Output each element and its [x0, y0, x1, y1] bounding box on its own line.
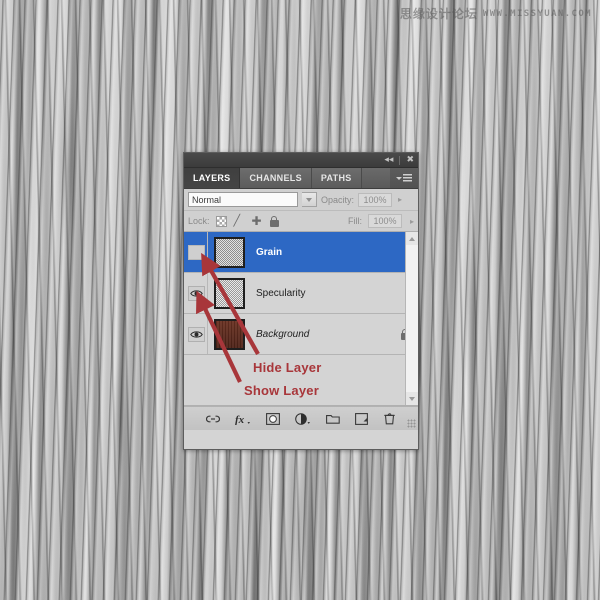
- layer-name-background: Background: [256, 328, 310, 340]
- panel-menu-icon: [396, 174, 412, 182]
- lock-icon-group: ╱ ✚: [215, 215, 279, 227]
- layer-name-specularity: Specularity: [256, 287, 306, 299]
- blend-mode-row: Normal Opacity: 100% ▸: [184, 189, 418, 211]
- eye-icon-off: [188, 244, 205, 260]
- panel-tabbar: LAYERS CHANNELS PATHS: [184, 168, 418, 189]
- layers-panel: ◂◂ ✖ LAYERS CHANNELS PATHS Normal Opacit…: [183, 152, 419, 450]
- blend-mode-field[interactable]: Normal: [188, 192, 298, 207]
- chevron-down-icon: [409, 396, 415, 401]
- screenshot-canvas: 思缘设计论坛 WWW.MISSYUAN.COM ◂◂ ✖ LAYERS CHAN…: [0, 0, 600, 600]
- layer-thumbnail-background: [213, 318, 245, 350]
- hide-layer-annotation-label: Hide Layer: [253, 360, 322, 375]
- opacity-input[interactable]: 100%: [358, 192, 393, 207]
- layer-list: Grain Specularity Background: [184, 232, 418, 406]
- panel-resize-grip[interactable]: [407, 419, 416, 428]
- table-row[interactable]: Grain: [184, 232, 418, 273]
- blend-mode-dropdown-button[interactable]: [302, 192, 317, 207]
- panel-menu-button[interactable]: [390, 168, 418, 188]
- panel-titlebar: ◂◂ ✖: [184, 153, 418, 168]
- fill-input[interactable]: 100%: [367, 214, 402, 228]
- layer-style-fx-icon[interactable]: fx: [235, 411, 251, 427]
- scroll-down-button[interactable]: [405, 392, 418, 405]
- layer-thumbnail-cell[interactable]: [208, 277, 250, 309]
- brush-icon[interactable]: ╱: [234, 215, 245, 227]
- fill-value: 100%: [373, 216, 397, 226]
- eye-icon: [188, 285, 205, 301]
- blend-mode-value: Normal: [192, 194, 222, 205]
- svg-text:fx: fx: [235, 414, 245, 425]
- panel-footer-toolbar: fx: [184, 406, 418, 430]
- adjustment-layer-icon[interactable]: [295, 411, 311, 427]
- collapse-double-arrow-icon[interactable]: ◂◂: [384, 155, 393, 165]
- tab-paths-label: PATHS: [320, 173, 352, 183]
- opacity-value: 100%: [363, 194, 387, 205]
- visibility-toggle-specularity[interactable]: [186, 273, 208, 313]
- layer-name-grain: Grain: [256, 246, 283, 258]
- opacity-label: Opacity:: [321, 194, 355, 205]
- lock-icon[interactable]: [269, 215, 279, 227]
- new-group-icon[interactable]: [326, 411, 340, 427]
- new-layer-icon[interactable]: [355, 411, 368, 427]
- scroll-up-button[interactable]: [405, 232, 418, 245]
- show-layer-annotation-label: Show Layer: [244, 383, 319, 398]
- tab-layers[interactable]: LAYERS: [184, 168, 241, 188]
- tab-paths[interactable]: PATHS: [311, 168, 362, 188]
- lock-row: Lock: ╱ ✚ Fill: 100% ▸: [184, 211, 418, 232]
- chevron-up-icon: [409, 236, 415, 241]
- layer-thumbnail-cell[interactable]: [208, 318, 250, 350]
- tab-channels[interactable]: CHANNELS: [240, 168, 312, 188]
- move-icon[interactable]: ✚: [252, 215, 263, 227]
- transparency-checker-icon[interactable]: [215, 215, 227, 227]
- eye-icon-svg: [190, 289, 203, 297]
- eye-icon-svg: [190, 330, 203, 338]
- tab-layers-label: LAYERS: [193, 173, 231, 183]
- delete-layer-icon[interactable]: [383, 411, 396, 427]
- fill-scrubber-icon[interactable]: ▸: [408, 217, 414, 226]
- opacity-scrubber-icon[interactable]: ▸: [396, 195, 402, 204]
- visibility-toggle-grain[interactable]: [186, 232, 208, 272]
- layer-mask-icon[interactable]: [266, 411, 280, 427]
- link-layers-icon[interactable]: [206, 411, 220, 427]
- layer-thumbnail-grain: [213, 236, 245, 268]
- visibility-toggle-background[interactable]: [186, 314, 208, 354]
- table-row[interactable]: Background: [184, 314, 418, 355]
- table-row[interactable]: Specularity: [184, 273, 418, 314]
- titlebar-divider: [399, 155, 401, 165]
- chevron-down-icon: [306, 197, 312, 202]
- fill-label: Fill:: [347, 216, 362, 226]
- layer-thumbnail-specularity: [213, 277, 245, 309]
- eye-icon: [188, 326, 205, 342]
- lock-label: Lock:: [188, 216, 210, 226]
- close-icon[interactable]: ✖: [406, 155, 414, 165]
- tab-channels-label: CHANNELS: [249, 173, 302, 183]
- layer-list-scrollbar[interactable]: [405, 232, 418, 405]
- layer-thumbnail-cell[interactable]: [208, 236, 250, 268]
